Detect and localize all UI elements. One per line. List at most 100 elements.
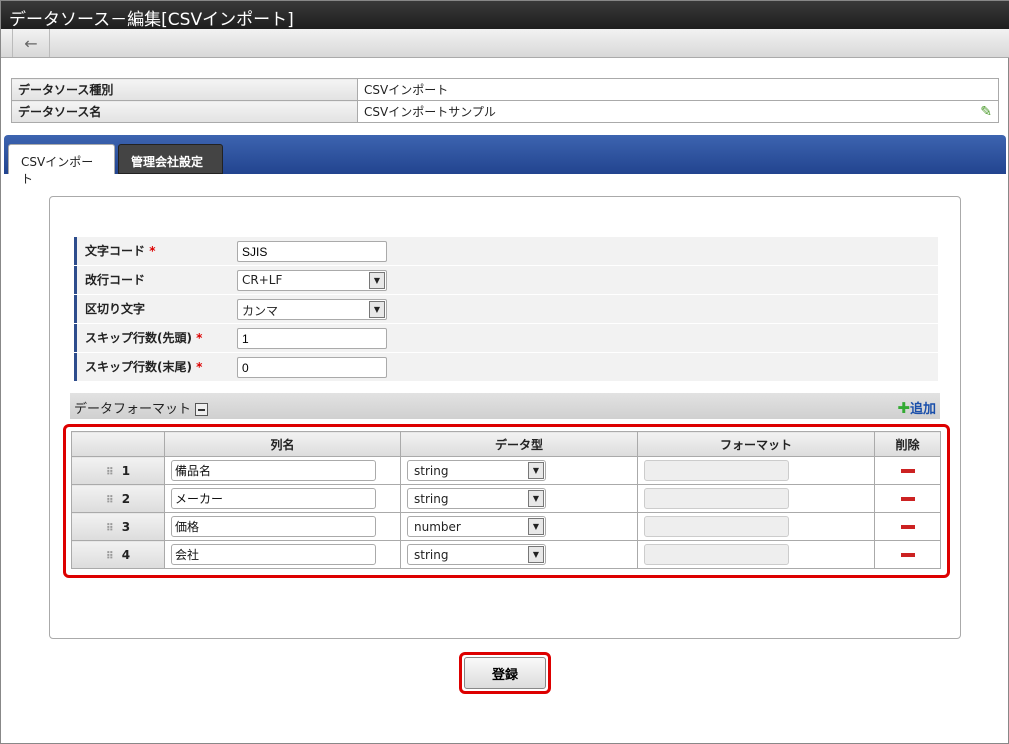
form-row-skip-tail: スキップ行数(末尾) * bbox=[74, 353, 938, 381]
charset-input[interactable] bbox=[237, 241, 387, 262]
col-header: フォーマット bbox=[637, 431, 875, 457]
delimiter-label: 区切り文字 bbox=[74, 295, 231, 323]
chevron-down-icon: ▼ bbox=[528, 518, 544, 535]
format-input[interactable] bbox=[644, 544, 789, 565]
form-row-newline: 改行コード CR+LF ▼ bbox=[74, 266, 938, 294]
row-handle[interactable]: ⠿ 2 bbox=[71, 484, 165, 513]
type-cell: string ▼ bbox=[400, 456, 638, 485]
drag-handle-icon[interactable]: ⠿ bbox=[106, 467, 114, 478]
add-label: 追加 bbox=[909, 402, 936, 417]
format-input[interactable] bbox=[644, 516, 789, 537]
data-type-value: string bbox=[414, 492, 449, 506]
row-handle[interactable]: ⠿ 4 bbox=[71, 540, 165, 569]
toolbar: ← bbox=[1, 29, 1009, 58]
newline-value: CR+LF bbox=[242, 273, 283, 287]
delete-cell bbox=[874, 512, 941, 541]
form-row-skip-head: スキップ行数(先頭) * bbox=[74, 324, 938, 352]
table-row: ⠿ 1 備品名 string ▼ bbox=[71, 456, 941, 485]
delete-icon[interactable] bbox=[900, 524, 915, 529]
row-number: 3 bbox=[121, 519, 131, 534]
col-header bbox=[71, 431, 165, 457]
tab-csv-import[interactable]: CSVインポート bbox=[8, 144, 115, 186]
add-button[interactable]: ✚追加 bbox=[897, 398, 936, 417]
data-type-select[interactable]: string ▼ bbox=[407, 544, 546, 565]
name-cell: 備品名 bbox=[164, 456, 401, 485]
delete-cell bbox=[874, 484, 941, 513]
skip-tail-input[interactable] bbox=[237, 357, 387, 378]
delete-icon[interactable] bbox=[900, 468, 915, 473]
newline-label: 改行コード bbox=[74, 266, 231, 294]
type-cell: string ▼ bbox=[400, 540, 638, 569]
datasource-info-table: データソース種別 CSVインポート データソース名 CSVインポートサンプル ✎ bbox=[11, 78, 999, 123]
delete-icon[interactable] bbox=[900, 552, 915, 557]
label-wrap: スキップ行数(末尾) * bbox=[74, 353, 231, 381]
pencil-icon[interactable]: ✎ bbox=[980, 104, 992, 120]
arrow-left-icon: ← bbox=[24, 33, 38, 53]
label-wrap: 文字コード * bbox=[74, 237, 231, 265]
row-handle[interactable]: ⠿ 1 bbox=[71, 456, 165, 485]
delete-cell bbox=[874, 540, 941, 569]
data-type-select[interactable]: string ▼ bbox=[407, 488, 546, 509]
column-name-input[interactable]: 価格 bbox=[171, 516, 376, 537]
window-title: データソース－編集[CSVインポート] bbox=[1, 1, 1009, 30]
skip-head-label: スキップ行数(先頭) bbox=[85, 331, 192, 345]
name-cell: 価格 bbox=[164, 512, 401, 541]
data-format-title: データフォーマット bbox=[74, 402, 192, 417]
back-button[interactable]: ← bbox=[12, 29, 50, 57]
table-row: ⠿ 2 メーカー string ▼ bbox=[71, 484, 941, 513]
col-header: 列名 bbox=[164, 431, 401, 457]
format-input[interactable] bbox=[644, 460, 789, 481]
name-cell: 会社 bbox=[164, 540, 401, 569]
column-name-input[interactable]: メーカー bbox=[171, 488, 376, 509]
tab-company-settings[interactable]: 管理会社設定 bbox=[118, 144, 223, 174]
type-cell: number ▼ bbox=[400, 512, 638, 541]
row-number: 4 bbox=[121, 547, 131, 562]
info-value: CSVインポート bbox=[357, 78, 999, 101]
column-name-input[interactable]: 備品名 bbox=[171, 460, 376, 481]
column-name-input[interactable]: 会社 bbox=[171, 544, 376, 565]
drag-handle-icon[interactable]: ⠿ bbox=[106, 551, 114, 562]
required-mark: * bbox=[196, 331, 203, 345]
form-row-charset: 文字コード * bbox=[74, 237, 938, 265]
delimiter-select[interactable]: カンマ ▼ bbox=[237, 299, 387, 320]
format-cell bbox=[637, 540, 875, 569]
skip-tail-label: スキップ行数(末尾) bbox=[85, 360, 192, 374]
info-value: CSVインポートサンプル bbox=[364, 105, 496, 119]
table-row: ⠿ 4 会社 string ▼ bbox=[71, 540, 941, 569]
form-row-delimiter: 区切り文字 カンマ ▼ bbox=[74, 295, 938, 323]
row-number: 1 bbox=[121, 463, 131, 478]
skip-head-input[interactable] bbox=[237, 328, 387, 349]
table-row: ⠿ 3 価格 number ▼ bbox=[71, 512, 941, 541]
data-type-select[interactable]: number ▼ bbox=[407, 516, 546, 537]
drag-handle-icon[interactable]: ⠿ bbox=[106, 495, 114, 506]
delete-icon[interactable] bbox=[900, 496, 915, 501]
required-mark: * bbox=[196, 360, 203, 374]
chevron-down-icon: ▼ bbox=[369, 301, 385, 318]
chevron-down-icon: ▼ bbox=[369, 272, 385, 289]
info-value-cell: CSVインポートサンプル ✎ bbox=[357, 100, 999, 123]
data-type-select[interactable]: string ▼ bbox=[407, 460, 546, 481]
format-cell bbox=[637, 456, 875, 485]
collapse-icon[interactable] bbox=[195, 403, 209, 416]
plus-icon: ✚ bbox=[897, 399, 910, 417]
name-cell: メーカー bbox=[164, 484, 401, 513]
data-format-header: データフォーマット ✚追加 bbox=[70, 393, 940, 419]
delimiter-value: カンマ bbox=[242, 304, 279, 318]
label-wrap: スキップ行数(先頭) * bbox=[74, 324, 231, 352]
tab-bar: CSVインポート 管理会社設定 bbox=[4, 135, 1006, 186]
data-type-value: string bbox=[414, 548, 449, 562]
delete-cell bbox=[874, 456, 941, 485]
register-button[interactable]: 登録 bbox=[464, 657, 546, 689]
row-handle[interactable]: ⠿ 3 bbox=[71, 512, 165, 541]
format-input[interactable] bbox=[644, 488, 789, 509]
newline-select[interactable]: CR+LF ▼ bbox=[237, 270, 387, 291]
type-cell: string ▼ bbox=[400, 484, 638, 513]
drag-handle-icon[interactable]: ⠿ bbox=[106, 523, 114, 534]
format-cell bbox=[637, 484, 875, 513]
data-type-value: number bbox=[414, 520, 461, 534]
charset-label: 文字コード bbox=[85, 244, 146, 258]
data-format-table: 列名 データ型 フォーマット 削除 ⠿ 1 備品名 string ▼ ⠿ 2 メーカー… bbox=[71, 431, 941, 569]
chevron-down-icon: ▼ bbox=[528, 546, 544, 563]
chevron-down-icon: ▼ bbox=[528, 462, 544, 479]
info-label: データソース名 bbox=[11, 100, 358, 123]
